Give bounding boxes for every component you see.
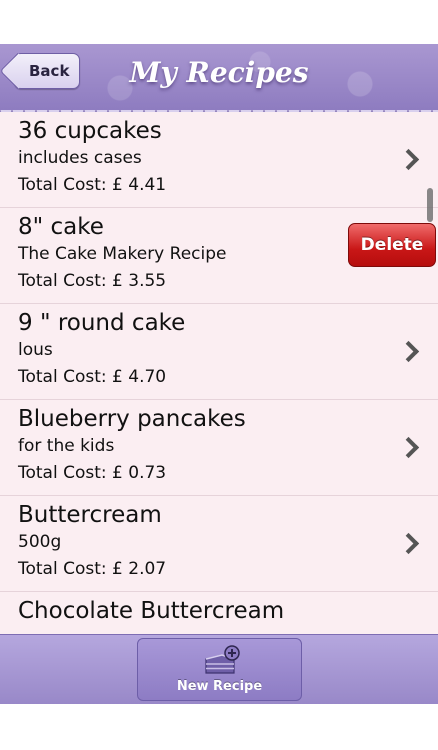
recipe-subtitle: The Cake Makery Recipe (18, 244, 227, 264)
chevron-right-icon[interactable] (397, 532, 420, 555)
recipe-subtitle: for the kids (18, 436, 115, 456)
recipe-cost: Total Cost: £ 4.70 (18, 367, 167, 387)
recipe-row[interactable]: 8" cake The Cake Makery Recipe Total Cos… (0, 208, 438, 304)
recipe-title: 8" cake (18, 214, 104, 240)
new-recipe-button[interactable]: New Recipe (137, 638, 302, 701)
navigation-bar: Back My Recipes (0, 44, 438, 116)
recipe-cost: Total Cost: £ 3.55 (18, 271, 167, 291)
recipe-row[interactable]: 9 " round cake lous Total Cost: £ 4.70 (0, 304, 438, 400)
delete-button[interactable]: Delete (348, 223, 436, 267)
recipe-subtitle: includes cases (18, 148, 142, 168)
chevron-right-icon[interactable] (397, 436, 420, 459)
back-button-label: Back (29, 62, 70, 80)
recipe-title: Blueberry pancakes (18, 406, 246, 432)
recipe-cost: Total Cost: £ 2.07 (18, 559, 167, 579)
recipe-title: Buttercream (18, 502, 162, 528)
recipe-row[interactable]: Blueberry pancakes for the kids Total Co… (0, 400, 438, 496)
recipe-subtitle: 500g (18, 532, 62, 552)
chevron-right-icon[interactable] (397, 340, 420, 363)
cake-add-icon (205, 645, 240, 674)
recipe-title: Chocolate Buttercream (18, 598, 285, 624)
new-recipe-label: New Recipe (176, 679, 263, 694)
recipe-list[interactable]: 36 cupcakes includes cases Total Cost: £… (0, 112, 438, 634)
recipe-row[interactable]: Chocolate Buttercream (0, 592, 438, 634)
recipe-cost: Total Cost: £ 4.41 (18, 175, 167, 195)
recipe-title: 36 cupcakes (18, 118, 162, 144)
bottom-toolbar: New Recipe (0, 634, 438, 704)
scroll-indicator[interactable] (427, 188, 433, 222)
chevron-right-icon[interactable] (397, 148, 420, 171)
recipe-cost: Total Cost: £ 0.73 (18, 463, 167, 483)
recipe-subtitle: lous (18, 340, 53, 360)
recipe-row[interactable]: Buttercream 500g Total Cost: £ 2.07 (0, 496, 438, 592)
recipe-row[interactable]: 36 cupcakes includes cases Total Cost: £… (0, 112, 438, 208)
recipe-title: 9 " round cake (18, 310, 186, 336)
recipes-screen: Back My Recipes 36 cupcakes includes cas… (0, 44, 438, 704)
